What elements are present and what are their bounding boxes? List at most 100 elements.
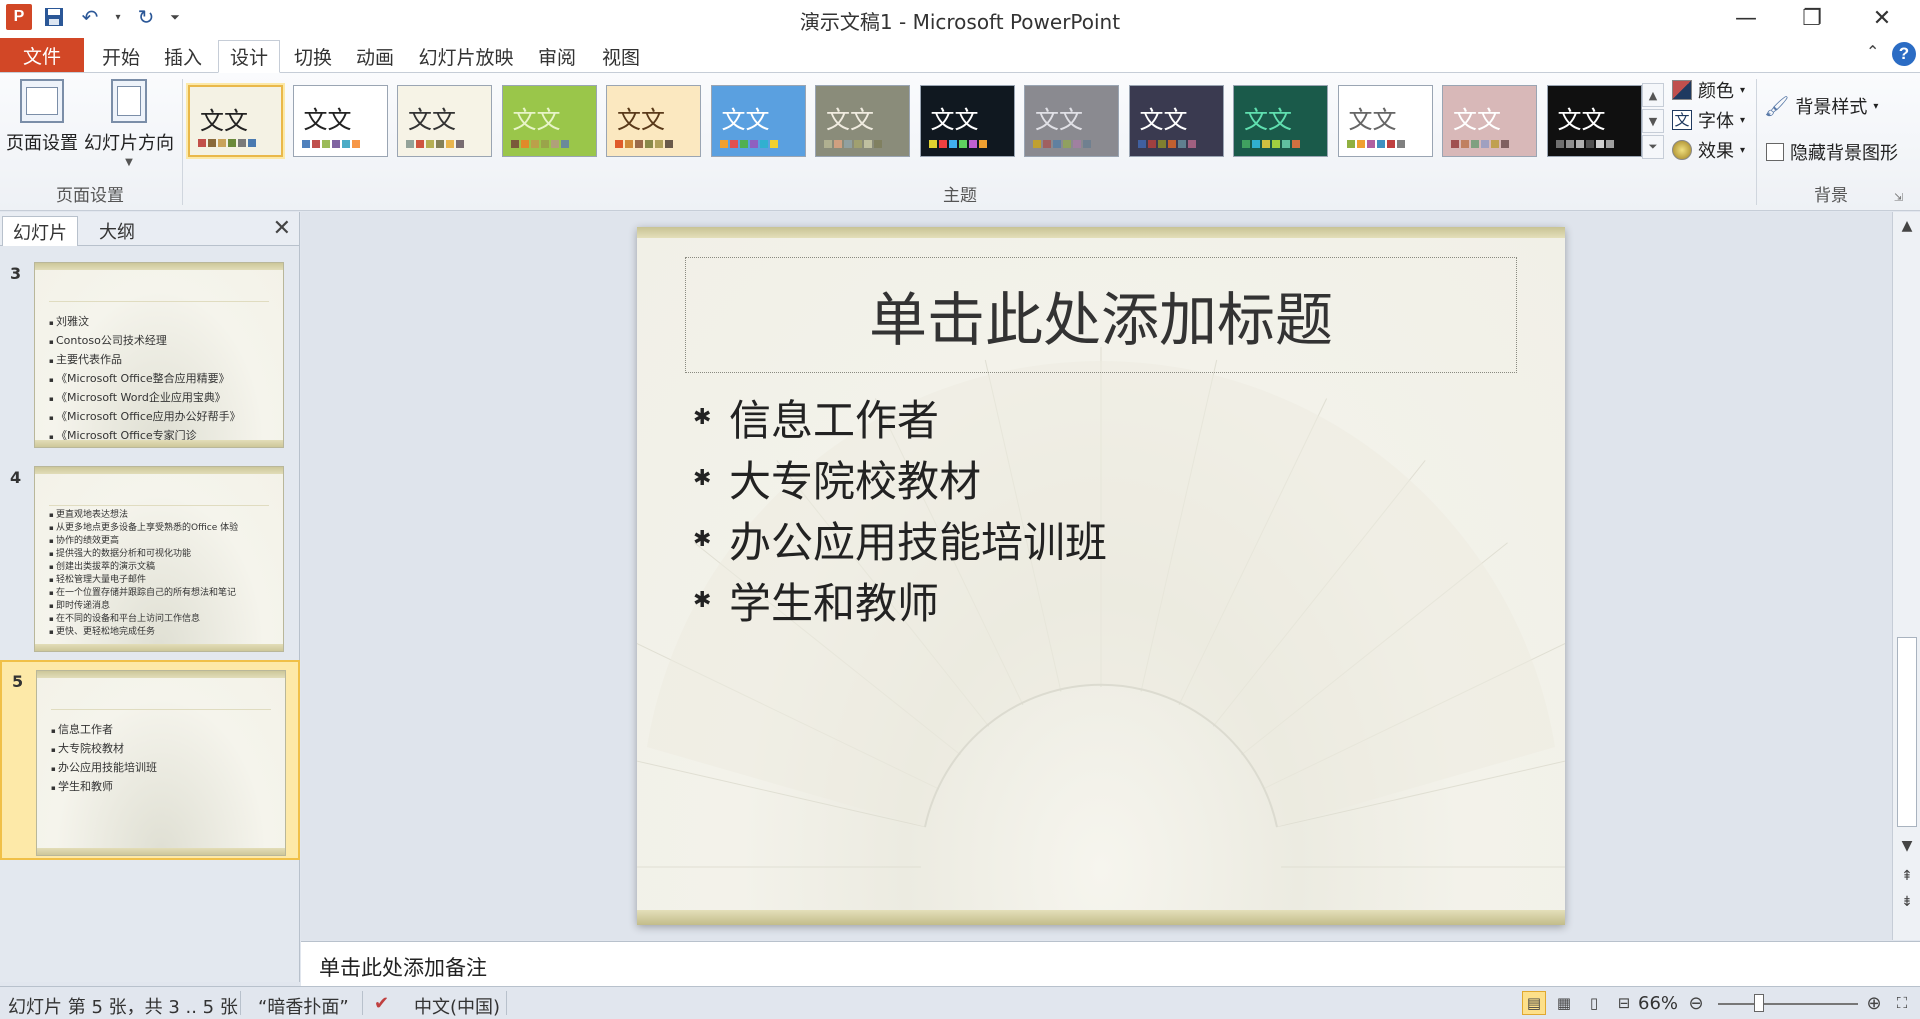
tab-review[interactable]: 审阅 (530, 40, 584, 73)
slide-thumbnail-row[interactable]: 3 刘雅汶Contoso公司技术经理主要代表作品《Microsoft Office… (0, 254, 300, 454)
vertical-scrollbar[interactable]: ▲ ▼ ⇞ ⇟ (1892, 212, 1920, 940)
collapse-ribbon-icon[interactable]: ⌃ (1866, 42, 1879, 61)
background-group-label: 背景 (1814, 186, 1848, 206)
theme-color-swatches (198, 139, 256, 147)
slide-thumbnail[interactable]: 更直观地表达想法从更多地点更多设备上享受熟悉的Office 体验协作的绩效更高提… (34, 466, 284, 652)
theme-colors-button[interactable]: 颜色 ▾ (1672, 77, 1745, 103)
theme-thumbnail[interactable]: 文文 (1128, 85, 1224, 157)
slide-thumbnail-row[interactable]: 5 信息工作者大专院校教材办公应用技能培训班学生和教师 (0, 660, 300, 860)
theme-colors-label: 颜色 (1698, 81, 1734, 102)
theme-thumbnail[interactable]: 文文 (919, 85, 1015, 157)
thumbnail-bullets: 刘雅汶Contoso公司技术经理主要代表作品《Microsoft Office整… (49, 313, 241, 446)
previous-slide-icon[interactable]: ⇞ (1893, 868, 1920, 884)
zoom-out-icon[interactable]: ⊖ (1684, 991, 1708, 1015)
dialog-launcher-icon[interactable]: ⇲ (1894, 191, 1903, 204)
help-icon[interactable]: ? (1892, 42, 1916, 66)
thumbnail-bullet: 信息工作者 (51, 721, 157, 740)
gallery-more-icon[interactable]: ⏷ (1642, 135, 1664, 159)
minimize-icon[interactable]: — (1716, 4, 1776, 32)
theme-thumbnail[interactable]: 文文 (397, 85, 492, 157)
theme-sample-text: 文文 (1557, 106, 1606, 134)
theme-thumbnail[interactable]: 文文 (606, 85, 701, 157)
content-placeholder[interactable]: ✱ 信息工作者 ✱ 大专院校教材 ✱ 办公应用技能培训班 ✱ 学生和教师 (693, 387, 1107, 631)
theme-thumbnail[interactable]: 文文 (1546, 85, 1642, 157)
close-icon[interactable]: ✕ (1852, 4, 1912, 32)
tab-transitions[interactable]: 切换 (286, 40, 340, 73)
tab-view[interactable]: 视图 (594, 40, 648, 73)
thumbnail-bullets: 更直观地表达想法从更多地点更多设备上享受熟悉的Office 体验协作的绩效更高提… (49, 509, 238, 639)
gallery-up-icon[interactable]: ▲ (1642, 83, 1664, 107)
slide-sorter-icon[interactable]: ▦ (1552, 991, 1576, 1015)
language-indicator[interactable]: 中文(中国) (414, 993, 500, 1019)
ribbon-design: 页面设置 幻灯片方向 ▼ 页面设置 文文 文文 文文 文文 文文 文文 文文 文文 文文 文文 文文… (0, 73, 1920, 211)
thumbnail-bullet: 创建出类拔萃的演示文稿 (49, 561, 238, 574)
slide-thumbnail[interactable]: 刘雅汶Contoso公司技术经理主要代表作品《Microsoft Office整… (34, 262, 284, 448)
normal-view-icon[interactable]: ▤ (1522, 991, 1546, 1015)
asterisk-bullet-icon: ✱ (693, 588, 712, 613)
hide-background-graphics[interactable]: 隐藏背景图形 (1766, 139, 1898, 165)
theme-name[interactable]: “暗香扑面” (258, 993, 349, 1019)
theme-thumbnail[interactable]: 文文 (1024, 85, 1119, 157)
zoom-slider[interactable] (1718, 1003, 1858, 1005)
title-placeholder[interactable]: 单击此处添加标题 (685, 257, 1517, 373)
theme-thumbnail[interactable]: 文文 (710, 85, 806, 157)
panel-tabs: 幻灯片 大纲 ✕ (0, 212, 299, 246)
scroll-down-icon[interactable]: ▼ (1893, 838, 1920, 854)
slide-bullet-text: 办公应用技能培训班 (729, 518, 1108, 567)
theme-effects-button[interactable]: 效果 ▾ (1672, 137, 1745, 163)
hide-background-checkbox[interactable] (1766, 143, 1784, 161)
slideshow-view-icon[interactable]: ⊟ (1612, 991, 1636, 1015)
fit-to-window-icon[interactable]: ⛶ (1890, 991, 1914, 1015)
theme-thumbnail[interactable]: 文文 (501, 85, 597, 157)
next-slide-icon[interactable]: ⇟ (1893, 894, 1920, 910)
theme-thumbnail[interactable]: 文文 (1337, 85, 1433, 157)
zoom-slider-knob[interactable] (1754, 994, 1764, 1012)
thumbnail-bullet: 大专院校教材 (51, 740, 157, 759)
theme-sample-text: 文文 (1453, 106, 1501, 134)
color-palette-icon (1672, 80, 1692, 100)
tab-file[interactable]: 文件 (0, 38, 84, 72)
tab-insert[interactable]: 插入 (156, 40, 210, 73)
background-styles-button[interactable]: 🖌 背景样式 ▾ (1764, 93, 1878, 119)
restore-icon[interactable]: ❐ (1782, 4, 1842, 32)
theme-color-swatches (301, 140, 360, 148)
theme-color-swatches (510, 140, 569, 148)
slide-number: 3 (10, 264, 22, 283)
thumbnail-bullet: 《Microsoft Office专家门诊 (49, 427, 241, 446)
zoom-level[interactable]: 66% (1638, 993, 1678, 1014)
tab-outline[interactable]: 大纲 (80, 216, 154, 246)
theme-thumbnail[interactable]: 文文 (815, 85, 910, 157)
theme-effects-label: 效果 (1698, 141, 1734, 162)
theme-thumbnail[interactable]: 文文 (292, 85, 388, 157)
theme-sample-text: 文文 (826, 106, 874, 134)
tab-slides[interactable]: 幻灯片 (2, 216, 78, 246)
reading-view-icon[interactable]: ▯ (1582, 991, 1606, 1015)
themes-group-label: 主题 (943, 186, 977, 206)
slide-thumbnail-row[interactable]: 4 更直观地表达想法从更多地点更多设备上享受熟悉的Office 体验协作的绩效更高… (0, 458, 300, 658)
theme-color-swatches (1346, 140, 1405, 148)
tab-slideshow[interactable]: 幻灯片放映 (414, 40, 518, 73)
theme-fonts-button[interactable]: 文 字体 ▾ (1672, 107, 1745, 133)
theme-thumbnail[interactable]: 文文 (1233, 85, 1328, 157)
slide-bullet-text: 学生和教师 (729, 579, 940, 628)
slide-orientation-button[interactable]: 幻灯片方向 ▼ (82, 79, 176, 168)
tab-animations[interactable]: 动画 (348, 40, 402, 73)
theme-thumbnail[interactable]: 文文 (188, 85, 283, 157)
theme-gallery-scroll: ▲ ▼ ⏷ (1642, 83, 1664, 161)
scroll-thumb[interactable] (1897, 637, 1917, 827)
gallery-down-icon[interactable]: ▼ (1642, 109, 1664, 133)
page-setup-button[interactable]: 页面设置 (4, 79, 80, 155)
spell-check-icon[interactable]: ✔ (374, 993, 389, 1014)
theme-color-swatches (1555, 140, 1614, 148)
slide-thumbnail[interactable]: 信息工作者大专院校教材办公应用技能培训班学生和教师 (36, 670, 286, 856)
notes-pane[interactable]: 单击此处添加备注 (301, 941, 1920, 986)
tab-home[interactable]: 开始 (94, 40, 148, 73)
slide-canvas[interactable]: 单击此处添加标题 ✱ 信息工作者 ✱ 大专院校教材 ✱ 办公应用技能培训班 ✱ 学生和教师 (637, 227, 1565, 925)
close-icon[interactable]: ✕ (273, 216, 291, 241)
zoom-in-icon[interactable]: ⊕ (1862, 991, 1886, 1015)
status-bar: 幻灯片 第 5 张，共 3 .. 5 张 “暗香扑面” ✔ 中文(中国) ▤ ▦… (0, 986, 1920, 1019)
theme-sample-text: 文文 (303, 106, 352, 134)
tab-design[interactable]: 设计 (218, 40, 280, 73)
scroll-up-icon[interactable]: ▲ (1893, 218, 1920, 234)
theme-thumbnail[interactable]: 文文 (1442, 85, 1537, 157)
